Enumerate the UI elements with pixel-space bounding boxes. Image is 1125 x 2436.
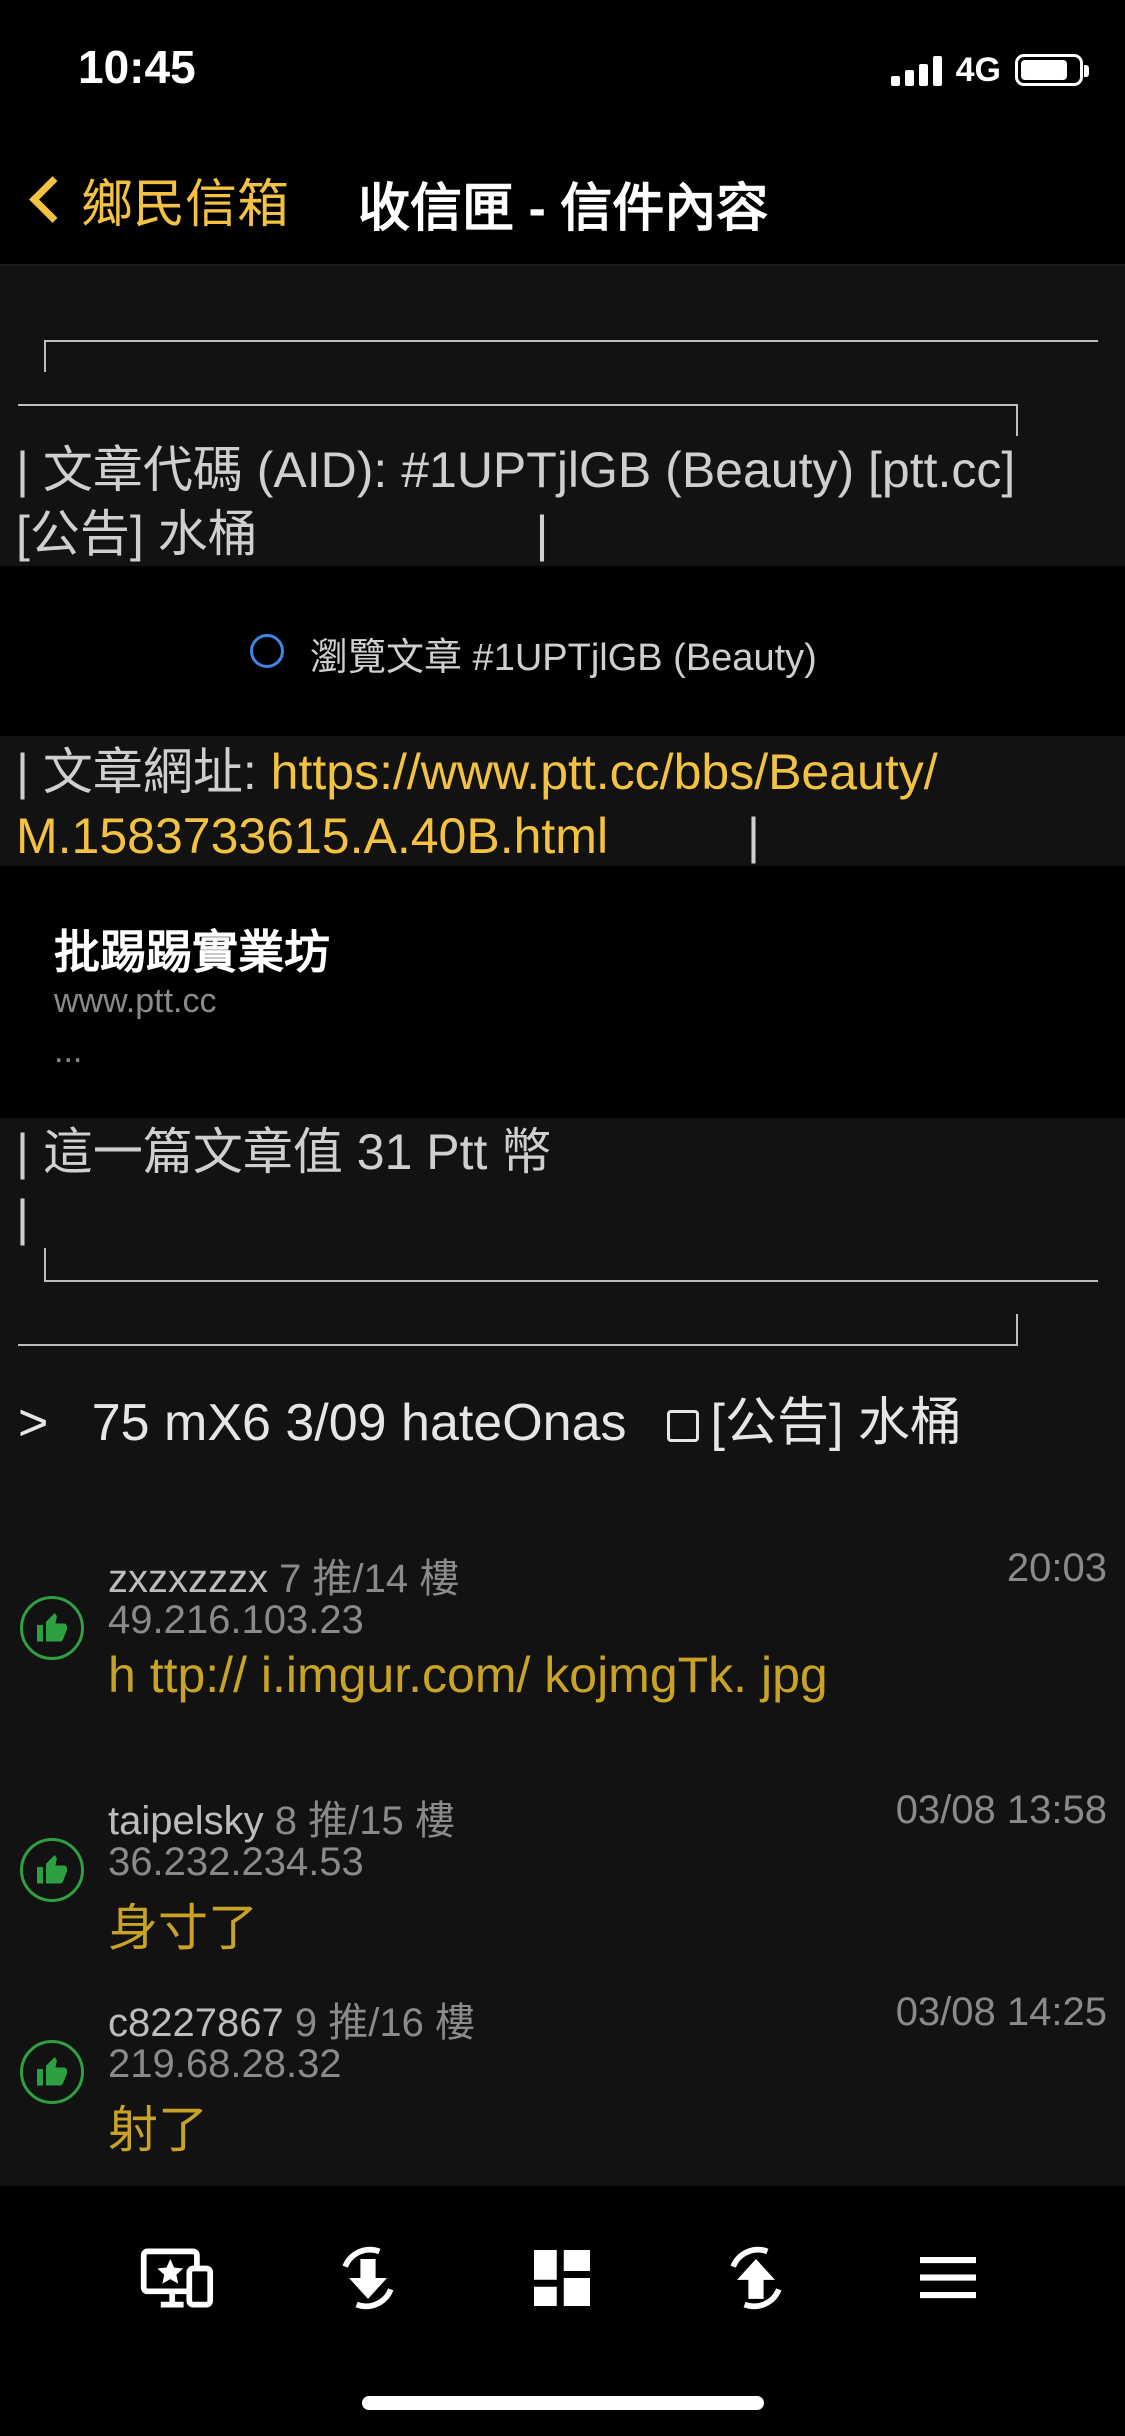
card-title: 批踢踢實業坊: [54, 926, 330, 978]
comment-user: taipelsky: [108, 1799, 264, 1843]
upload-sync-icon[interactable]: [716, 2238, 796, 2318]
card-description: ...: [54, 1032, 83, 1070]
card-url: www.ptt.cc: [54, 982, 217, 1020]
comment-floor: 8 推/15 樓: [274, 1799, 455, 1843]
comment-user: c8227867: [108, 2001, 284, 2045]
comment-floor: 9 推/16 樓: [294, 2001, 475, 2045]
network-label: 4G: [955, 50, 1001, 89]
mail-header-line: > 75 mX6 3/09 hateOnas [公告] 水桶: [18, 1380, 962, 1455]
battery-icon: [1015, 54, 1089, 86]
screen-star-icon[interactable]: [136, 2238, 216, 2318]
comment-text: 射了: [108, 2102, 208, 2158]
thumbs-up-icon: [20, 1838, 84, 1902]
comment-text: h ttp:// i.imgur.com/ kojmgTk. jpg: [108, 1647, 828, 1703]
comment-floor: 7 推/14 樓: [279, 1557, 460, 1601]
browse-article-label[interactable]: 瀏覽文章 #1UPTjlGB (Beauty): [310, 626, 817, 681]
comment-text: 身寸了: [108, 1900, 258, 1956]
comment-ip: 36.232.234.53: [108, 1840, 364, 1884]
mail-header-prefix: > 75 mX6 3/09 hateOnas: [18, 1394, 627, 1452]
menu-icon[interactable]: [908, 2238, 988, 2318]
radio-circle-icon: [250, 634, 284, 668]
mail-header-title: [公告] 水桶: [710, 1394, 962, 1452]
thumbs-up-icon: [20, 1596, 84, 1660]
status-bar: 10:45 4G: [0, 0, 1125, 132]
nav-bar: 鄉民信箱 收信匣 - 信件內容: [0, 132, 1125, 266]
status-time: 10:45: [78, 41, 196, 93]
back-button[interactable]: 鄉民信箱: [22, 162, 289, 237]
thumbs-up-icon: [20, 2040, 84, 2104]
comment-time: 20:03: [1006, 1546, 1107, 1590]
title-line: [公告] 水桶 |: [16, 506, 549, 562]
article-url-link[interactable]: https://www.ptt.cc/bbs/Beauty/: [271, 744, 938, 800]
value-line: | 這一篇文章值 31 Ptt 幣: [16, 1124, 552, 1180]
grid-icon[interactable]: [522, 2238, 602, 2318]
article-url-link-cont[interactable]: M.1583733615.A.40B.html: [16, 808, 608, 864]
home-indicator[interactable]: [362, 2396, 764, 2410]
comment-time: 03/08 13:58: [895, 1788, 1107, 1832]
comment-ip: 49.216.103.23: [108, 1598, 364, 1642]
aid-line: | 文章代碼 (AID): #1UPTjlGB (Beauty) [ptt.cc…: [16, 442, 1016, 498]
back-label: 鄉民信箱: [81, 176, 290, 234]
comment-user: zxzxzzzx: [108, 1557, 268, 1601]
checkbox-icon: [666, 1410, 699, 1443]
pipe-line: |: [16, 1190, 29, 1246]
download-sync-icon[interactable]: [328, 2238, 408, 2318]
comment-ip: 219.68.28.32: [108, 2042, 342, 2086]
signal-icon: [890, 54, 942, 86]
comment-time: 03/08 14:25: [895, 1990, 1107, 2034]
page-title: 收信匣 - 信件內容: [358, 180, 769, 238]
chevron-left-icon: [29, 176, 76, 223]
